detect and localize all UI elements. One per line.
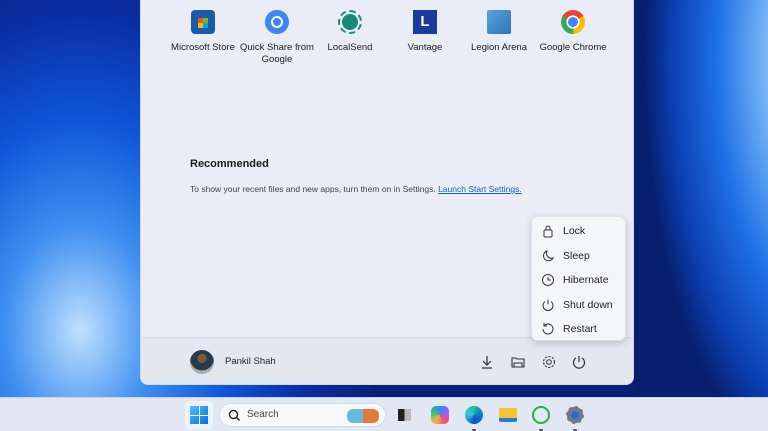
- lock-icon: [543, 225, 553, 238]
- power-icon[interactable]: [569, 352, 589, 372]
- app-quick-share[interactable]: Quick Share from Google: [235, 10, 319, 66]
- menu-item-hibernate[interactable]: Hibernate: [532, 269, 627, 291]
- user-name[interactable]: Pankil Shah: [225, 356, 276, 367]
- localsend-icon: [338, 10, 362, 34]
- app-localsend[interactable]: LocalSend: [308, 10, 392, 54]
- menu-item-lock[interactable]: Lock: [532, 220, 627, 242]
- whatsapp-icon[interactable]: [528, 402, 554, 431]
- menu-item-restart[interactable]: Restart: [532, 318, 627, 340]
- edge-icon[interactable]: [461, 402, 487, 431]
- avatar[interactable]: [190, 350, 214, 374]
- taskbar-search[interactable]: Search: [219, 403, 386, 427]
- search-icon: [228, 409, 240, 421]
- taskbar: Search: [0, 397, 768, 431]
- quick-share-icon: [265, 10, 289, 34]
- app-google-chrome[interactable]: Google Chrome: [531, 10, 615, 54]
- power-menu: Lock Sleep Hibernate Shut down Restart: [531, 216, 626, 341]
- file-explorer-taskbar-icon[interactable]: [495, 402, 521, 428]
- microsoft-store-icon: [191, 10, 215, 34]
- chrome-icon: [561, 10, 585, 34]
- task-view-icon[interactable]: [392, 402, 418, 428]
- wallpaper: [634, 0, 768, 397]
- search-highlight-icon: [347, 409, 379, 423]
- start-button[interactable]: [185, 401, 213, 429]
- app-vantage[interactable]: L Vantage: [383, 10, 467, 54]
- restart-icon: [542, 323, 554, 335]
- app-microsoft-store[interactable]: Microsoft Store: [161, 10, 245, 54]
- launch-start-settings-link[interactable]: Launch Start Settings.: [438, 184, 522, 194]
- recommended-text: To show your recent files and new apps, …: [190, 184, 522, 194]
- clock-icon: [542, 274, 554, 286]
- start-footer: Pankil Shah: [141, 337, 633, 384]
- legion-arena-icon: [487, 10, 511, 34]
- moon-icon: [543, 250, 554, 262]
- settings-gear-icon[interactable]: [539, 352, 559, 372]
- menu-item-sleep[interactable]: Sleep: [532, 245, 627, 267]
- downloads-icon[interactable]: [477, 352, 497, 372]
- menu-item-shut-down[interactable]: Shut down: [532, 294, 627, 316]
- recommended-heading: Recommended: [190, 158, 269, 170]
- settings-taskbar-icon[interactable]: [562, 402, 588, 431]
- windows-logo-icon: [190, 406, 208, 424]
- vantage-icon: L: [413, 10, 437, 34]
- copilot-icon[interactable]: [427, 402, 453, 428]
- power-icon: [542, 299, 554, 311]
- file-explorer-icon[interactable]: [508, 352, 528, 372]
- app-legion-arena[interactable]: Legion Arena: [457, 10, 541, 54]
